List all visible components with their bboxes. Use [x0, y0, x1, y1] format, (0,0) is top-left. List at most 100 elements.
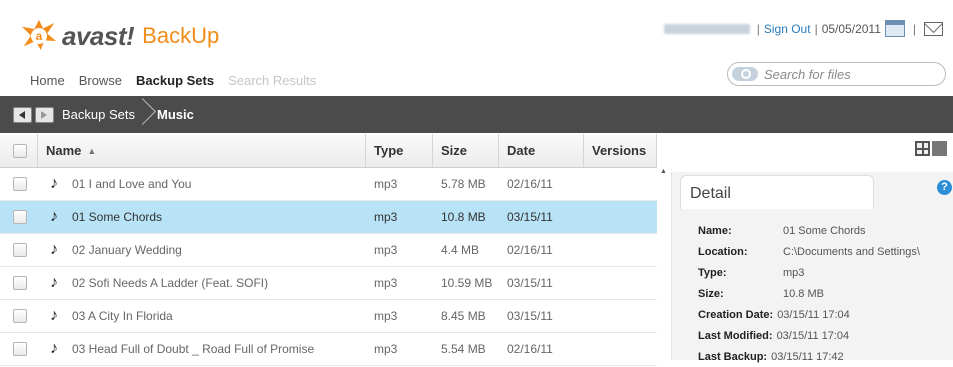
file-versions	[584, 201, 657, 233]
detail-size-label: Size:	[698, 287, 724, 300]
file-size: 8.45 MB	[441, 309, 486, 323]
breadcrumb-backup-sets[interactable]: Backup Sets	[62, 107, 135, 122]
grid-view-icon[interactable]	[915, 141, 930, 156]
file-size: 10.59 MB	[441, 276, 493, 290]
file-date: 02/16/11	[507, 177, 553, 191]
search-input[interactable]	[762, 65, 941, 83]
arrow-right-icon	[41, 110, 47, 119]
row-checkbox[interactable]	[13, 177, 27, 191]
current-date: 05/05/2011	[821, 21, 881, 36]
music-note-icon: ♪	[50, 307, 58, 324]
breadcrumb: Backup Sets Music	[0, 96, 953, 133]
breadcrumb-current: Music	[157, 107, 194, 122]
main-nav: Home Browse Backup Sets Search Results	[30, 73, 330, 88]
file-type: mp3	[374, 342, 398, 356]
music-note-icon: ♪	[50, 241, 58, 258]
file-size: 5.54 MB	[441, 342, 486, 356]
file-size: 5.78 MB	[441, 177, 486, 191]
file-date: 03/15/11	[507, 309, 553, 323]
sign-out-link[interactable]: Sign Out	[764, 22, 811, 36]
detail-modified-label: Last Modified:	[698, 329, 773, 342]
list-view-icon[interactable]	[932, 141, 947, 156]
row-checkbox[interactable]	[13, 309, 27, 323]
detail-tab[interactable]: Detail	[680, 175, 874, 209]
detail-type-value: mp3	[783, 266, 805, 279]
file-name: 02 Sofi Needs A Ladder (Feat. SOFI)	[72, 276, 269, 290]
detail-properties: Name: 01 Some Chords Location: C:\Document…	[698, 220, 920, 367]
file-type: mp3	[374, 210, 398, 224]
row-checkbox[interactable]	[13, 342, 27, 356]
nav-home[interactable]: Home	[30, 73, 65, 88]
file-versions	[584, 168, 657, 200]
detail-backup-label: Last Backup:	[698, 350, 768, 363]
avast-logo-icon: a	[20, 20, 60, 52]
table-row[interactable]: ♪ 03 A City In Florida mp3 8.45 MB 03/15/…	[0, 300, 657, 333]
file-date: 02/16/11	[507, 342, 553, 356]
music-note-icon: ♪	[50, 340, 58, 357]
detail-size-value: 10.8 MB	[783, 287, 824, 300]
help-icon[interactable]: ?	[937, 180, 952, 195]
column-name[interactable]: Name ▲	[38, 134, 366, 167]
nav-backup-sets[interactable]: Backup Sets	[136, 73, 214, 88]
table-row[interactable]: ♪ 03 Head Full of Doubt _ Road Full of Pr…	[0, 333, 657, 366]
top-bar: | Sign Out | 05/05/2011 |	[663, 20, 943, 37]
scroll-up-arrow-icon[interactable]: ▲	[660, 168, 667, 175]
file-name: 03 Head Full of Doubt _ Road Full of Pro…	[72, 342, 315, 356]
select-all-checkbox[interactable]	[13, 143, 27, 158]
file-versions	[584, 300, 657, 332]
file-type: mp3	[374, 309, 398, 323]
music-note-icon: ♪	[50, 274, 58, 291]
file-table: Name ▲ Type Size Date Versions ♪ 01 I and…	[0, 134, 657, 366]
nav-search-results: Search Results	[228, 73, 317, 88]
row-checkbox[interactable]	[13, 210, 27, 224]
file-name: 03 A City In Florida	[72, 309, 173, 323]
sort-ascending-icon: ▲	[87, 145, 97, 156]
file-size: 10.8 MB	[441, 210, 486, 224]
music-note-icon: ♪	[50, 175, 58, 192]
detail-created-label: Creation Date:	[698, 308, 774, 321]
detail-name-label: Name:	[698, 224, 732, 237]
product-name: BackUp	[142, 23, 220, 48]
detail-type-label: Type:	[698, 266, 727, 279]
row-checkbox[interactable]	[13, 276, 27, 290]
file-versions	[584, 267, 657, 299]
search-box[interactable]	[727, 62, 946, 86]
calendar-icon[interactable]	[884, 20, 905, 37]
column-versions[interactable]: Versions	[584, 134, 657, 167]
file-type: mp3	[374, 177, 398, 191]
detail-location-value: C:\Documents and Settings\	[783, 245, 920, 258]
avast-logo[interactable]: a avast! BackUp	[20, 18, 219, 54]
table-row[interactable]: ♪ 02 January Wedding mp3 4.4 MB 02/16/11	[0, 234, 657, 267]
file-versions	[584, 234, 657, 266]
mail-icon[interactable]	[924, 21, 943, 36]
view-toggle[interactable]	[915, 141, 947, 157]
detail-panel: Detail ? Name: 01 Some Chords Location: C:…	[671, 172, 953, 363]
file-name: 01 Some Chords	[72, 210, 163, 224]
column-date[interactable]: Date	[499, 134, 584, 167]
detail-created-value: 03/15/11 17:04	[777, 308, 850, 321]
table-header: Name ▲ Type Size Date Versions	[0, 134, 657, 168]
file-type: mp3	[374, 243, 398, 257]
breadcrumb-separator-icon	[139, 96, 153, 133]
row-checkbox[interactable]	[13, 243, 27, 257]
file-versions	[584, 333, 657, 365]
file-date: 03/15/11	[507, 276, 553, 290]
brand-name: avast!	[62, 20, 135, 51]
file-type: mp3	[374, 276, 398, 290]
table-row[interactable]: ♪ 01 I and Love and You mp3 5.78 MB 02/16…	[0, 168, 657, 201]
table-row-selected[interactable]: ♪ 01 Some Chords mp3 10.8 MB 03/15/11	[0, 201, 657, 234]
column-type[interactable]: Type	[366, 134, 433, 167]
file-date: 03/15/11	[507, 210, 553, 224]
detail-modified-value: 03/15/11 17:04	[776, 329, 850, 342]
detail-name-value: 01 Some Chords	[783, 224, 866, 237]
back-button[interactable]	[13, 106, 32, 123]
file-name: 01 I and Love and You	[72, 177, 192, 191]
column-size[interactable]: Size	[433, 134, 499, 167]
file-name: 02 January Wedding	[72, 243, 182, 257]
arrow-left-icon	[19, 110, 25, 119]
forward-button[interactable]	[35, 106, 54, 123]
music-note-icon: ♪	[50, 208, 58, 225]
nav-browse[interactable]: Browse	[79, 73, 122, 88]
search-icon	[732, 67, 758, 81]
table-row[interactable]: ♪ 02 Sofi Needs A Ladder (Feat. SOFI) mp3…	[0, 267, 657, 300]
